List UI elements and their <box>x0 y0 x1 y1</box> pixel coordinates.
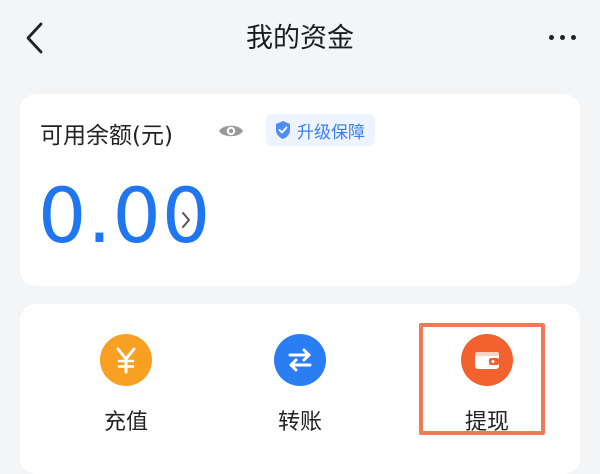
page-title: 我的资金 <box>246 23 354 54</box>
upgrade-protection-badge[interactable]: 升级保障 <box>266 114 375 146</box>
wallet-icon <box>461 334 513 386</box>
chevron-right-icon[interactable] <box>180 210 192 230</box>
transfer-icon <box>274 334 326 386</box>
shield-check-icon <box>276 121 290 139</box>
top-nav-bar: 我的资金 <box>0 0 600 74</box>
badge-label: 升级保障 <box>297 122 365 143</box>
recharge-button[interactable]: 充值 <box>56 304 196 450</box>
recharge-label: 充值 <box>103 410 148 435</box>
balance-card: 可用余额(元) 升级保障 0.00 <box>20 94 580 286</box>
more-button[interactable] <box>544 22 580 52</box>
eye-icon[interactable] <box>216 116 246 146</box>
more-horizontal-icon <box>546 34 579 40</box>
yen-icon <box>100 334 152 386</box>
withdraw-label: 提现 <box>464 410 509 435</box>
withdraw-button[interactable]: 提现 <box>417 304 557 450</box>
balance-label: 可用余额(元) <box>40 123 173 149</box>
transfer-button[interactable]: 转账 <box>230 304 370 450</box>
actions-card: 充值 转账 提现 <box>20 304 580 474</box>
transfer-label: 转账 <box>277 410 322 435</box>
